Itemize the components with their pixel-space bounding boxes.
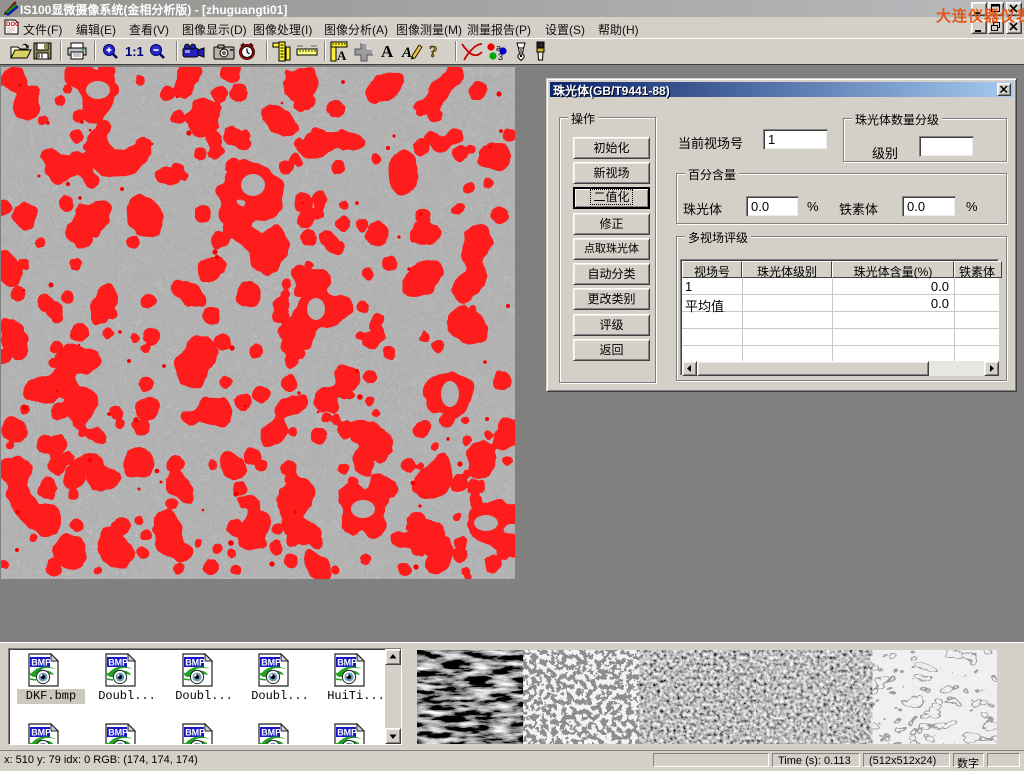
svg-text:DOC: DOC xyxy=(6,22,19,28)
svg-text:A: A xyxy=(401,45,412,61)
svg-text:A: A xyxy=(337,48,347,63)
svg-text:1:1: 1:1 xyxy=(125,44,144,59)
svg-text:A: A xyxy=(381,42,394,61)
svg-text:?: ? xyxy=(429,42,438,61)
